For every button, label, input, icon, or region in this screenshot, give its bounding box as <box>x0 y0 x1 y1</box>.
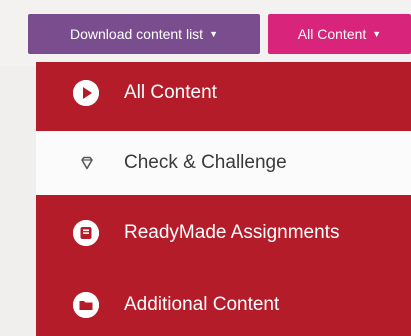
menu-item-check-and-challenge[interactable]: Check & Challenge <box>36 131 411 195</box>
menu-item-label: Additional Content <box>124 294 280 315</box>
content-filter-menu: All Content Check & Challenge ReadyMade … <box>36 62 411 336</box>
download-content-list-button[interactable]: Download content list ▼ <box>28 14 260 54</box>
toolbar: Download content list ▼ All Content ▼ <box>0 0 411 66</box>
caret-down-icon: ▼ <box>209 29 218 39</box>
menu-item-readymade-assignments[interactable]: ReadyMade Assignments <box>36 202 411 264</box>
folder-icon <box>73 292 99 318</box>
assignment-icon <box>73 220 99 246</box>
download-button-label: Download content list <box>70 26 204 42</box>
menu-item-label: ReadyMade Assignments <box>124 222 340 243</box>
diamond-icon <box>81 156 93 170</box>
content-filter-dropdown[interactable]: All Content ▼ <box>268 14 411 54</box>
menu-item-all-content[interactable]: All Content <box>36 62 411 124</box>
play-icon <box>73 80 99 106</box>
menu-item-label: All Content <box>124 82 217 103</box>
filter-dropdown-label: All Content <box>297 26 367 42</box>
menu-item-additional-content[interactable]: Additional Content <box>36 274 411 336</box>
caret-down-icon: ▼ <box>372 29 382 39</box>
menu-item-label: Check & Challenge <box>124 152 287 173</box>
